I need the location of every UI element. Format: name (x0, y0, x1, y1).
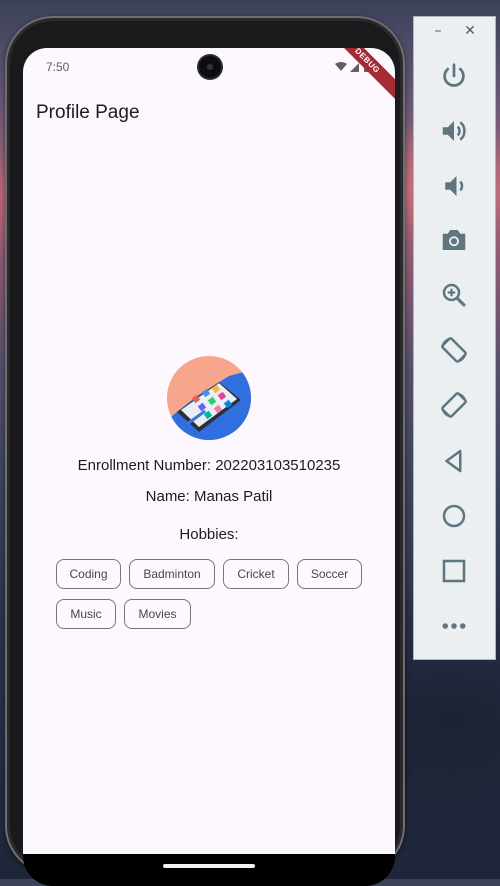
back-button[interactable] (436, 443, 472, 479)
rotate-right-icon (441, 392, 467, 418)
screenshot-button[interactable] (436, 222, 472, 258)
chip-movies[interactable]: Movies (124, 599, 191, 629)
volume-up-icon (442, 121, 466, 141)
smartphone-apps-illustration-icon (167, 356, 251, 440)
emulator-phone-frame: 7:50 DEBUG Profile Page Enrollment Numbe… (5, 16, 405, 886)
minimize-button[interactable]: – (428, 23, 448, 39)
debug-banner: DEBUG (326, 48, 395, 102)
emulator-toolbar: – ✕ (414, 17, 495, 659)
profile-avatar (167, 356, 251, 440)
volume-down-icon (445, 176, 464, 196)
rotate-left-icon (441, 337, 467, 363)
hobbies-label: Hobbies: (179, 526, 239, 543)
front-camera (199, 56, 221, 78)
device-screen: 7:50 DEBUG Profile Page Enrollment Numbe… (23, 48, 395, 854)
home-icon (442, 504, 466, 528)
status-bar: 7:50 DEBUG (23, 48, 395, 102)
camera-icon (442, 230, 466, 250)
enrollment-number: Enrollment Number: 202203103510235 (77, 457, 341, 474)
close-button[interactable]: ✕ (460, 23, 480, 39)
navigation-bar (23, 854, 395, 886)
back-icon (445, 449, 462, 473)
window-controls: – ✕ (414, 23, 495, 43)
zoom-button[interactable] (436, 277, 472, 313)
home-button[interactable] (436, 498, 472, 534)
zoom-in-icon (442, 283, 466, 307)
chip-coding[interactable]: Coding (56, 559, 121, 589)
power-icon (443, 63, 465, 87)
status-time: 7:50 (46, 60, 70, 74)
student-name: Name: Manas Patil (145, 488, 273, 505)
rotate-right-button[interactable] (436, 387, 472, 423)
page-title: Profile Page (36, 102, 140, 123)
more-button[interactable] (436, 608, 472, 644)
home-indicator[interactable] (163, 864, 255, 868)
volume-up-button[interactable] (436, 113, 472, 149)
more-icon (442, 623, 466, 629)
rotate-left-button[interactable] (436, 332, 472, 368)
chip-music[interactable]: Music (56, 599, 116, 629)
overview-button[interactable] (436, 553, 472, 589)
power-button[interactable] (436, 58, 472, 94)
volume-down-button[interactable] (436, 168, 472, 204)
chip-badminton[interactable]: Badminton (129, 559, 215, 589)
chip-soccer[interactable]: Soccer (297, 559, 362, 589)
overview-icon (442, 559, 466, 583)
chip-cricket[interactable]: Cricket (223, 559, 289, 589)
